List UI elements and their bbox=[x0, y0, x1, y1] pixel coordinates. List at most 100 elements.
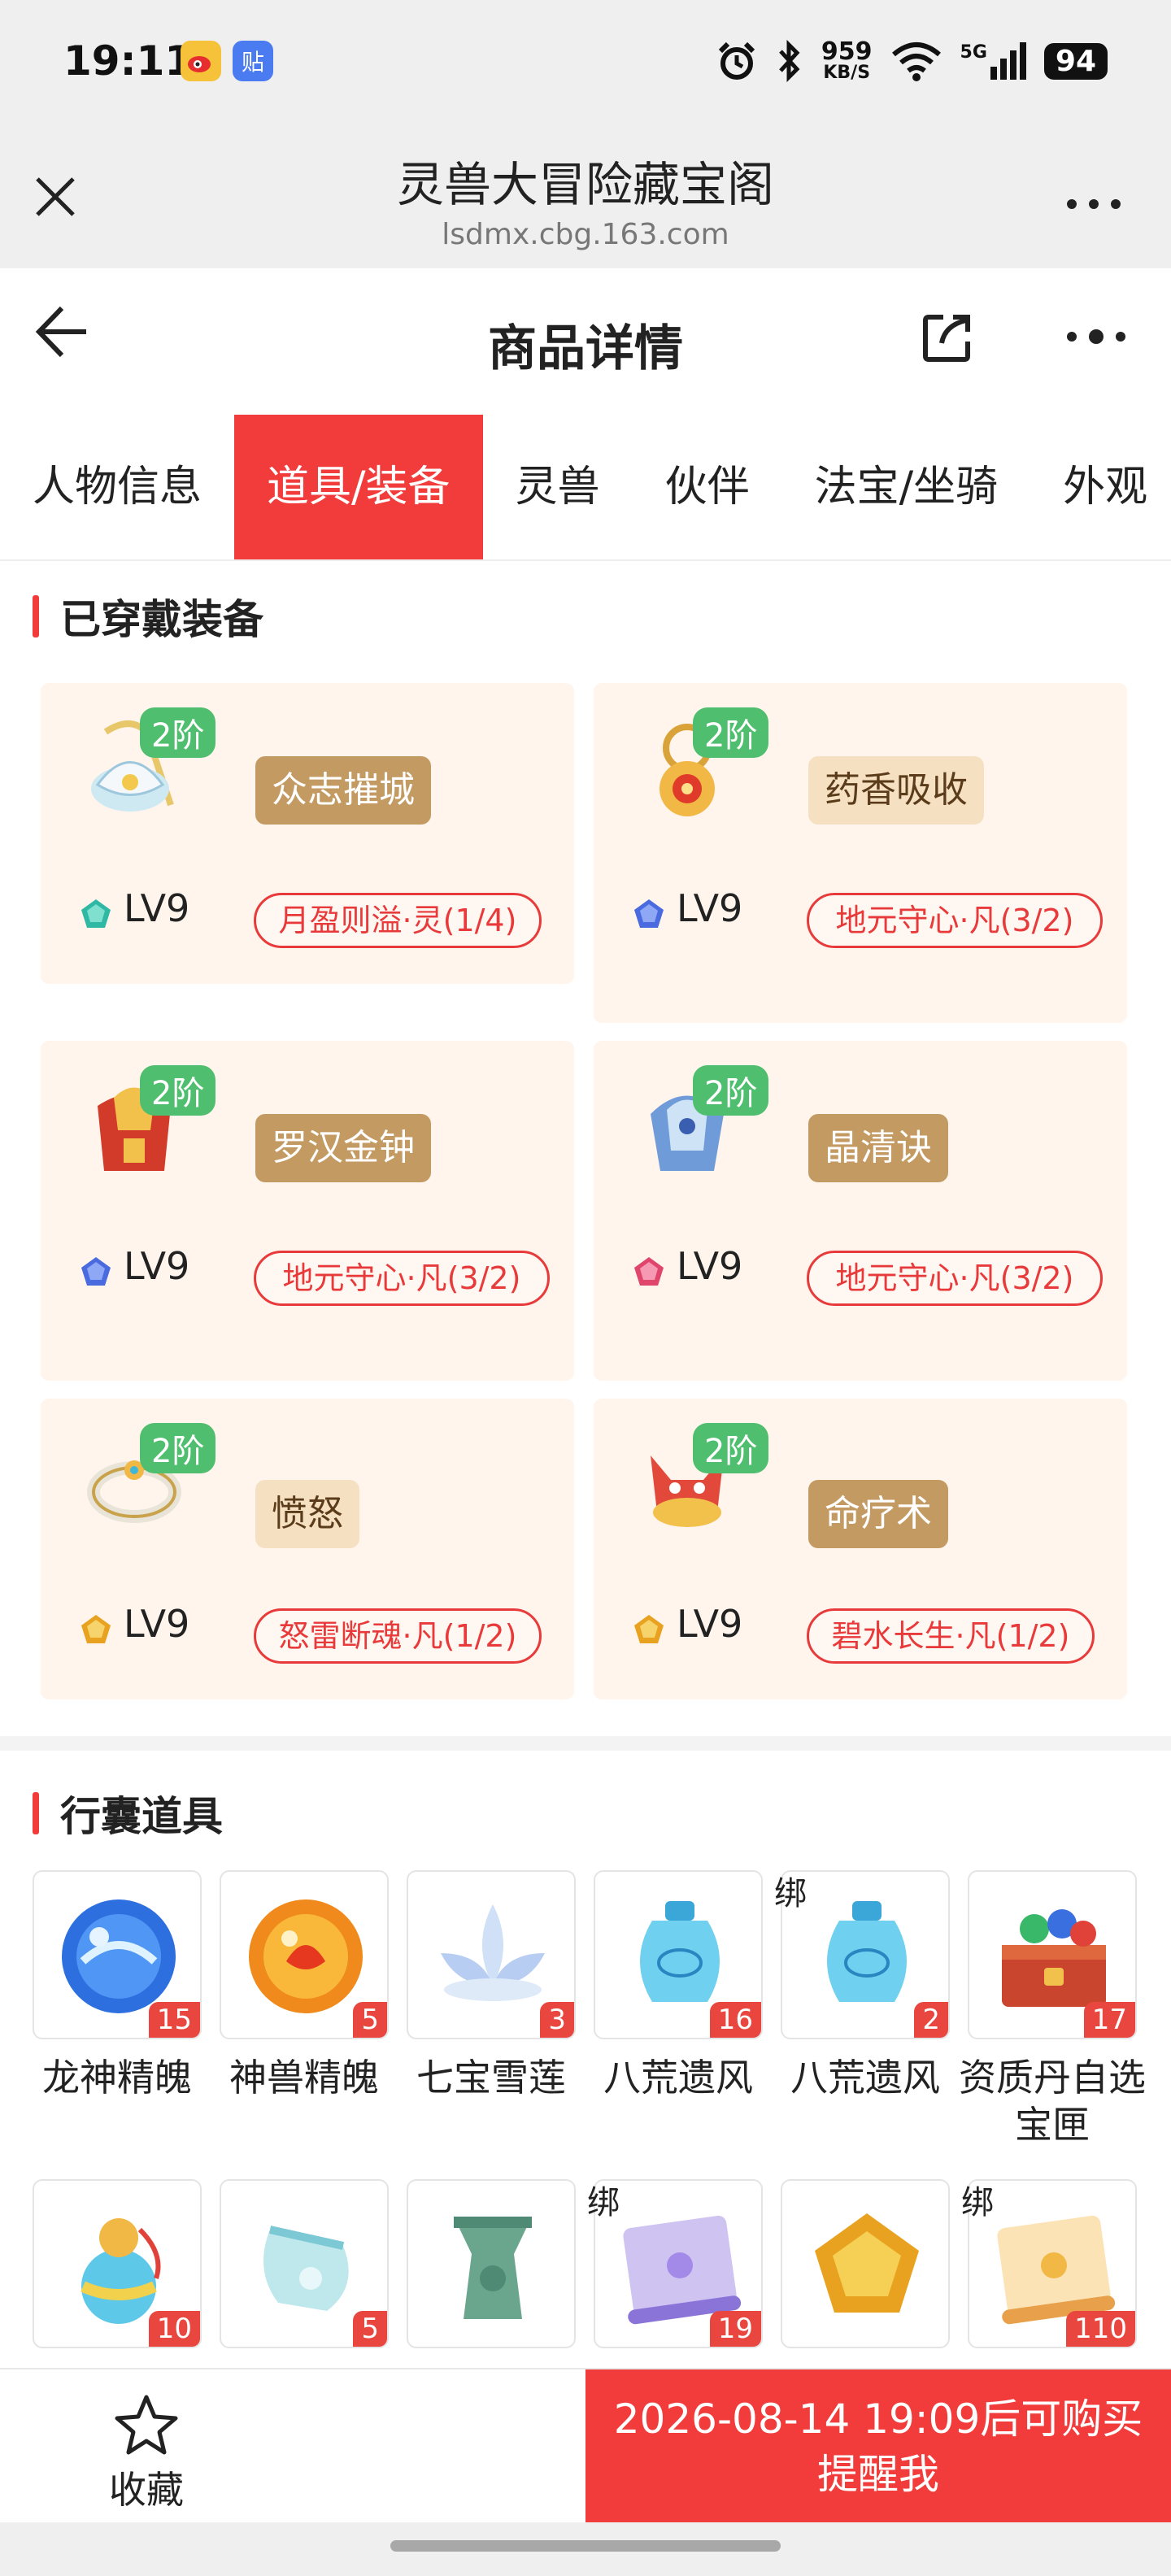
remind-me-button[interactable]: 2026-08-14 19:09后可购买 提醒我 bbox=[586, 2369, 1171, 2524]
equipment-card[interactable]: 2阶 罗汉金钟 LV9 地元守心·凡(3/2) bbox=[41, 1041, 574, 1381]
item-slot: 5 bbox=[220, 1870, 389, 2039]
remind-time-text: 2026-08-14 19:09后可购买 bbox=[613, 2395, 1143, 2443]
page-title: 商品详情 bbox=[488, 320, 683, 377]
tab-partners[interactable]: 伙伴 bbox=[633, 415, 782, 559]
equipment-level: LV9 bbox=[677, 886, 743, 930]
item-name: 七宝雪莲 bbox=[416, 2056, 566, 2100]
signal-icon: 5G bbox=[960, 42, 1026, 80]
equipment-level: LV9 bbox=[124, 1244, 190, 1288]
item-count: 3 bbox=[540, 2002, 574, 2038]
grade-badge: 2阶 bbox=[140, 1065, 216, 1116]
section-marker bbox=[33, 1792, 39, 1834]
browser-url: lsdmx.cbg.163.com bbox=[442, 218, 729, 251]
gem-icon bbox=[81, 1257, 111, 1286]
item-slot: 16 bbox=[594, 1870, 763, 2039]
wifi-icon bbox=[891, 42, 941, 81]
equipment-card[interactable]: 2阶 命疗术 LV9 碧水长生·凡(1/2) bbox=[594, 1399, 1127, 1699]
item-count: 2 bbox=[914, 2002, 948, 2038]
item-name: 神兽精魄 bbox=[229, 2056, 379, 2100]
tab-character-info[interactable]: 人物信息 bbox=[0, 415, 234, 559]
network-type: 5G bbox=[960, 42, 987, 63]
bound-tag: 绑 bbox=[587, 2184, 620, 2221]
item-slot bbox=[407, 2179, 576, 2348]
equipment-card[interactable]: 2阶 药香吸收 LV9 地元守心·凡(3/2) bbox=[594, 683, 1127, 1023]
equipment-card[interactable]: 2阶 晶清诀 LV9 地元守心·凡(3/2) bbox=[594, 1041, 1127, 1381]
tab-spirit-beasts[interactable]: 灵兽 bbox=[483, 415, 633, 559]
item-name: 八荒遗风 bbox=[790, 2056, 940, 2100]
item-slot bbox=[781, 2179, 950, 2348]
item-count: 110 bbox=[1066, 2311, 1135, 2347]
home-indicator[interactable] bbox=[390, 2540, 781, 2552]
equipment-card[interactable]: 2阶 众志摧城 LV9 月盈则溢·灵(1/4) bbox=[41, 683, 574, 984]
equipment-card[interactable]: 2阶 愤怒 LV9 怒雷断魂·凡(1/2) bbox=[41, 1399, 574, 1699]
item-count: 16 bbox=[709, 2002, 761, 2038]
category-tabs: 人物信息 道具/装备 灵兽 伙伴 法宝/坐骑 外观 bbox=[0, 415, 1171, 559]
page-more-button[interactable] bbox=[1065, 304, 1130, 361]
browser-more-button[interactable] bbox=[1065, 171, 1122, 224]
equipment-name: 罗汉金钟 bbox=[255, 1114, 431, 1182]
equipment-level: LV9 bbox=[677, 1244, 743, 1288]
bag-section-title: 行囊道具 bbox=[33, 1784, 223, 1843]
item-name: 八荒遗风 bbox=[603, 2056, 753, 2100]
tab-treasures-mounts[interactable]: 法宝/坐骑 bbox=[782, 415, 1031, 559]
gem-icon bbox=[634, 899, 664, 928]
bottom-action-bar: 收藏 2026-08-14 19:09后可购买 提醒我 bbox=[0, 2368, 1171, 2524]
item-slot: 5 bbox=[220, 2179, 389, 2348]
grade-badge: 2阶 bbox=[140, 1423, 216, 1473]
browser-title: 灵兽大冒险藏宝阁 bbox=[396, 157, 774, 212]
item-count: 5 bbox=[353, 2002, 387, 2038]
gem-icon bbox=[81, 899, 111, 928]
skill-badge: 地元守心·凡(3/2) bbox=[807, 1251, 1103, 1306]
gem-icon bbox=[634, 1257, 664, 1286]
tab-appearance[interactable]: 外观 bbox=[1030, 415, 1171, 559]
item-slot: 17 bbox=[968, 1870, 1137, 2039]
tieba-icon: 贴 bbox=[233, 41, 273, 81]
item-count: 19 bbox=[709, 2311, 761, 2347]
grade-badge: 2阶 bbox=[140, 707, 216, 758]
item-slot: 15 bbox=[33, 1870, 202, 2039]
item-slot: 3 bbox=[407, 1870, 576, 2039]
equipment-level: LV9 bbox=[677, 1602, 743, 1646]
gem-icon bbox=[81, 1615, 111, 1643]
weibo-icon bbox=[181, 41, 221, 81]
grade-badge: 2阶 bbox=[693, 707, 769, 758]
share-button[interactable] bbox=[921, 311, 971, 362]
gold-gem-icon bbox=[815, 2213, 919, 2313]
equipped-section-title: 已穿戴装备 bbox=[33, 587, 263, 646]
section-marker bbox=[33, 595, 39, 637]
equipment-name: 愤怒 bbox=[255, 1480, 359, 1548]
item-count: 5 bbox=[353, 2311, 387, 2347]
equipment-name: 命疗术 bbox=[808, 1480, 948, 1548]
bound-tag: 绑 bbox=[961, 2184, 994, 2221]
equipment-name: 晶清诀 bbox=[808, 1114, 948, 1182]
favorite-label: 收藏 bbox=[109, 2468, 184, 2512]
equipment-name: 众志摧城 bbox=[255, 756, 431, 825]
status-right: 959 KB/S 5G 94 bbox=[716, 33, 1108, 89]
equipped-title-text: 已穿戴装备 bbox=[60, 596, 263, 643]
status-time: 19:11 bbox=[63, 37, 194, 85]
gem-icon bbox=[634, 1615, 664, 1643]
equipment-name: 药香吸收 bbox=[808, 756, 984, 825]
skill-badge: 地元守心·凡(3/2) bbox=[254, 1251, 550, 1306]
skill-badge: 地元守心·凡(3/2) bbox=[807, 893, 1103, 948]
item-count: 10 bbox=[148, 2311, 200, 2347]
grade-badge: 2阶 bbox=[693, 1065, 769, 1116]
item-slot: 10 bbox=[33, 2179, 202, 2348]
grade-badge: 2阶 bbox=[693, 1423, 769, 1473]
skill-badge: 怒雷断魂·凡(1/2) bbox=[254, 1608, 542, 1664]
skill-badge: 碧水长生·凡(1/2) bbox=[807, 1608, 1095, 1664]
equipment-level: LV9 bbox=[124, 1602, 190, 1646]
bag-title-text: 行囊道具 bbox=[60, 1793, 223, 1840]
tab-items-equipment[interactable]: 道具/装备 bbox=[234, 415, 483, 559]
bluetooth-icon bbox=[779, 40, 800, 82]
browser-title-bar: 灵兽大冒险藏宝阁 lsdmx.cbg.163.com bbox=[0, 130, 1171, 268]
remind-action-text: 提醒我 bbox=[817, 2451, 939, 2498]
item-count: 15 bbox=[148, 2002, 200, 2038]
more-dots-icon bbox=[1067, 329, 1125, 344]
favorite-button[interactable]: 收藏 bbox=[98, 2394, 195, 2514]
section-divider bbox=[0, 1736, 1171, 1751]
equipment-level: LV9 bbox=[124, 886, 190, 930]
skill-badge: 月盈则溢·灵(1/4) bbox=[254, 893, 542, 948]
network-speed: 959 KB/S bbox=[821, 40, 873, 82]
item-name: 资质丹自选宝匣 bbox=[959, 2056, 1146, 2147]
